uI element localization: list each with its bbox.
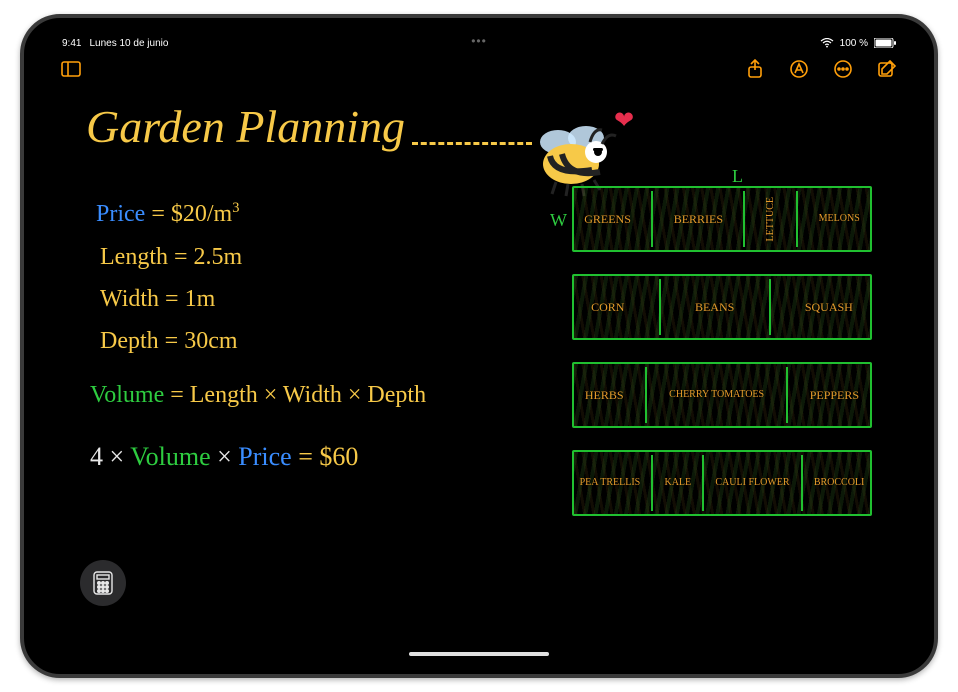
plant-label: MELONS — [819, 214, 860, 224]
plant-label: KALE — [664, 478, 691, 488]
battery-icon — [874, 38, 896, 48]
heart-icon: ❤ — [614, 106, 634, 135]
plant-label: HERBS — [585, 389, 624, 401]
price-label: Price — [96, 201, 145, 227]
note-canvas[interactable]: Garden Planning ❤ Pri — [56, 90, 902, 634]
status-time: 9:41 — [62, 38, 81, 49]
line-price: Price = $20/m3 — [96, 200, 239, 228]
plant-label: CAULI FLOWER — [715, 478, 789, 488]
plant-label: PEA TRELLIS — [580, 478, 641, 488]
plant-label: BROCCOLI — [814, 478, 865, 488]
plant-label: BERRIES — [674, 213, 723, 225]
sidebar-toggle-button[interactable] — [60, 58, 82, 80]
bed-3: HERBS CHERRY TOMATOES PEPPERS — [572, 362, 872, 428]
plant-label: CHERRY TOMATOES — [669, 390, 764, 400]
more-button[interactable] — [832, 58, 854, 80]
plant-label: GREENS — [584, 213, 631, 225]
note-title: Garden Planning — [86, 100, 405, 153]
ipad-frame: ••• 9:41 Lunes 10 de junio 100 % — [20, 14, 938, 678]
line-volume: Volume = Length × Width × Depth — [90, 382, 426, 409]
toolbar — [46, 54, 912, 84]
line-depth: Depth = 30cm — [100, 328, 238, 355]
line-final: 4 × Volume × Price = $60 — [90, 442, 358, 472]
calculator-button[interactable] — [80, 560, 126, 606]
screen: ••• 9:41 Lunes 10 de junio 100 % — [46, 30, 912, 662]
bed-2: CORN BEANS SQUASH — [572, 274, 872, 340]
markup-button[interactable] — [788, 58, 810, 80]
axis-l-label: L — [732, 166, 743, 187]
plant-label: BEANS — [695, 301, 734, 313]
bee-trail — [412, 142, 532, 145]
compose-button[interactable] — [876, 58, 898, 80]
status-bar: 9:41 Lunes 10 de junio 100 % — [46, 34, 912, 52]
bed-4: PEA TRELLIS KALE CAULI FLOWER BROCCOLI — [572, 450, 872, 516]
garden-beds: L W GREENS BERRIES LETTUCE MELONS CORN B… — [572, 186, 892, 538]
line-length: Length = 2.5m — [100, 244, 242, 271]
plant-label: LETTUCE — [766, 197, 776, 241]
home-indicator[interactable] — [409, 652, 549, 656]
share-button[interactable] — [744, 58, 766, 80]
line-width: Width = 1m — [100, 286, 215, 313]
wifi-icon — [820, 38, 834, 48]
bed-1: GREENS BERRIES LETTUCE MELONS — [572, 186, 872, 252]
plant-label: SQUASH — [805, 301, 853, 313]
plant-label: PEPPERS — [810, 389, 859, 401]
status-date: Lunes 10 de junio — [89, 38, 168, 49]
plant-label: CORN — [591, 301, 624, 313]
status-battery-text: 100 % — [840, 38, 868, 49]
price-value: = $20/m3 — [151, 201, 239, 227]
axis-w-label: W — [550, 210, 567, 231]
